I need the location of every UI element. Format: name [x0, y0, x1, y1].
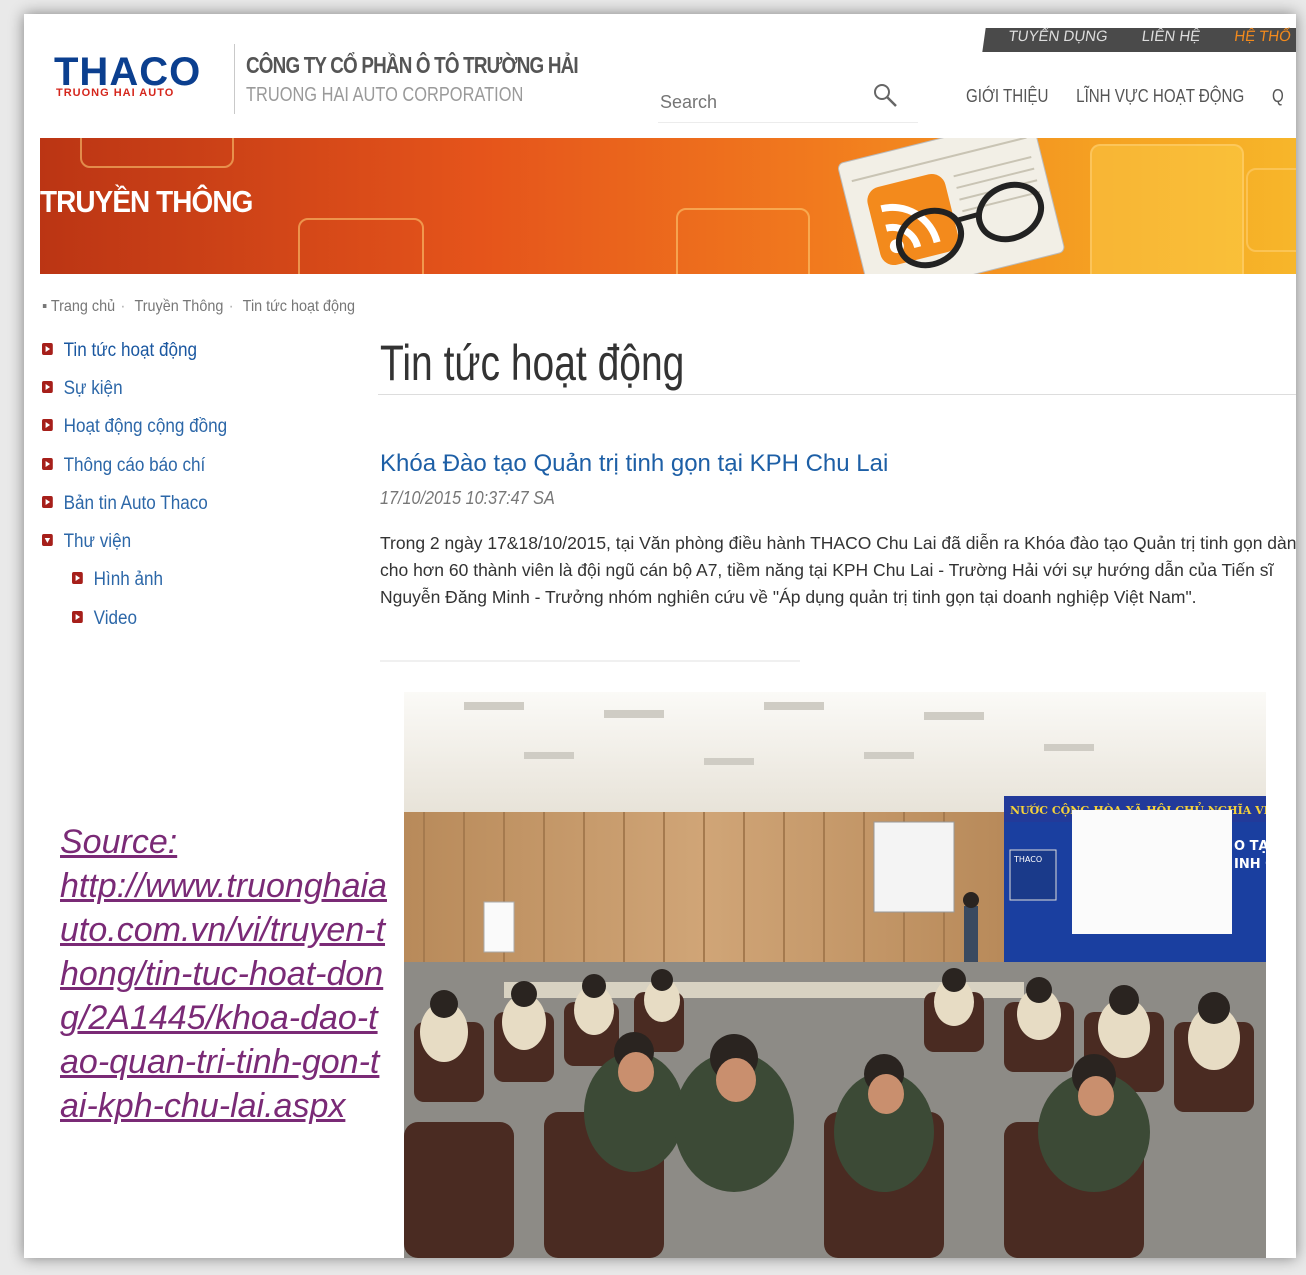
breadcrumb-home-icon: ▪: [42, 298, 48, 315]
search-icon[interactable]: [872, 82, 898, 108]
sidebar-item-news[interactable]: Tin tức hoạt động: [42, 340, 197, 370]
source-note: Source: http://www.truonghaiauto.com.vn/…: [60, 820, 390, 1128]
bullet-icon: [42, 342, 53, 355]
search-input[interactable]: [658, 86, 862, 118]
sidebar-item-library[interactable]: Thư viện: [42, 531, 131, 561]
nav-about[interactable]: GIỚI THIỆU: [966, 86, 1048, 106]
source-url-link[interactable]: http://www.truonghaiauto.com.vn/vi/truye…: [60, 864, 390, 1128]
glasses-icon: [895, 181, 1045, 269]
article-photo[interactable]: NƯỚC CỘNG HÒA XÃ HỘI CHỦ NGHĨA VIỆT NAM …: [404, 692, 1266, 1258]
sidebar-item-press-release[interactable]: Thông cáo báo chí: [42, 455, 205, 485]
sidebar-item-label: Video: [93, 608, 138, 629]
breadcrumb-home[interactable]: Trang chủ: [51, 298, 115, 315]
breadcrumb-media[interactable]: Truyền Thông: [134, 298, 223, 315]
sidebar-subitem-images[interactable]: Hình ảnh: [72, 569, 163, 599]
bullet-icon: [42, 457, 53, 470]
sidebar-item-newsletter[interactable]: Bản tin Auto Thaco: [42, 493, 208, 523]
bullet-icon: [42, 495, 53, 508]
article-body: Trong 2 ngày 17&18/10/2015, tại Văn phòn…: [380, 533, 1296, 607]
bullet-expanded-icon: [42, 533, 53, 546]
article-divider: [380, 660, 800, 662]
photo-stand-label: THACO: [1013, 855, 1042, 864]
sidebar-item-label: Thông cáo báo chí: [63, 455, 206, 476]
article-date: 17/10/2015 10:37:47 SA: [380, 488, 555, 508]
photo-side-text-1: O TẠ: [1234, 839, 1266, 854]
photo-side-text-2: INH G: [1234, 857, 1266, 872]
bullet-icon: [72, 610, 83, 623]
sidebar-item-label: Bản tin Auto Thaco: [63, 493, 208, 514]
company-name: CÔNG TY CỔ PHẦN Ô TÔ TRƯỜNG HẢI: [246, 52, 579, 78]
top-link-careers[interactable]: TUYỂN DỤNG: [1007, 28, 1109, 45]
thaco-logo-subtitle: TRUONG HAI AUTO: [56, 87, 175, 99]
bullet-icon: [42, 380, 53, 393]
sidebar-item-community[interactable]: Hoạt động cộng đồng: [42, 416, 227, 446]
sidebar-item-label: Tin tức hoạt động: [63, 340, 198, 361]
top-utility-bar: TUYỂN DỤNG LIÊN HỆ HỆ THỐ: [982, 28, 1296, 52]
sidebar-item-events[interactable]: Sự kiện: [42, 378, 123, 408]
screenshot-frame: THACO TRUONG HAI AUTO CÔNG TY CỔ PHẦN Ô …: [24, 14, 1296, 1258]
title-divider: [378, 394, 1296, 395]
nav-more[interactable]: Q: [1272, 86, 1284, 106]
page-title: Tin tức hoạt động: [380, 335, 685, 391]
company-name-english: TRUONG HAI AUTO CORPORATION: [246, 84, 524, 106]
top-link-system[interactable]: HỆ THỐ: [1233, 28, 1292, 45]
sidebar-item-label: Thư viện: [63, 531, 132, 552]
sidebar-item-label: Hình ảnh: [93, 569, 164, 590]
breadcrumb: ▪ Trang chủ · Truyền Thông · Tin tức hoạt …: [42, 298, 356, 315]
sidebar-item-label: Sự kiện: [63, 378, 123, 399]
banner-title: TRUYỀN THÔNG: [40, 184, 253, 219]
sidebar-subitem-video[interactable]: Video: [72, 608, 137, 638]
sidebar-item-label: Hoạt động cộng đồng: [63, 416, 228, 437]
top-link-contact[interactable]: LIÊN HỆ: [1141, 28, 1202, 45]
bullet-icon: [72, 571, 83, 584]
source-label: Source:: [60, 823, 178, 861]
section-banner: TRUYỀN THÔNG: [40, 138, 1296, 274]
breadcrumb-current: Tin tức hoạt động: [242, 298, 356, 315]
nav-business-fields[interactable]: LĨNH VỰC HOẠT ĐỘNG: [1076, 86, 1244, 106]
main-nav: GIỚI THIỆU LĨNH VỰC HOẠT ĐỘNG Q: [966, 86, 1296, 107]
article-title-link[interactable]: Khóa Đào tạo Quản trị tinh gọn tại KPH C…: [380, 450, 888, 478]
bullet-icon: [42, 418, 53, 431]
header-divider: [234, 44, 235, 114]
